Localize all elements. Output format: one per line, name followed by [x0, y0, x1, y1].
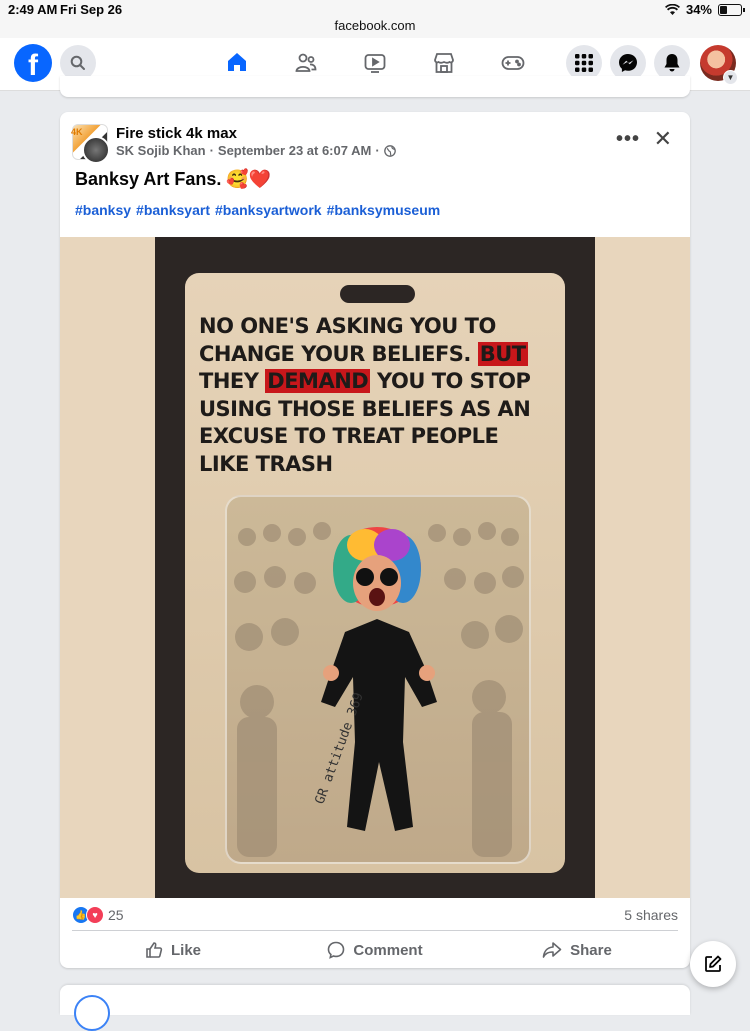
poster-quote: NO ONE'S ASKING YOU TO CHANGE YOUR BELIE… — [199, 313, 559, 478]
home-icon — [228, 52, 246, 71]
share-button[interactable]: Share — [476, 934, 678, 966]
page-avatar-badge: 4K — [71, 127, 83, 137]
status-bar: 2:49 AM Fri Sep 26 facebook.com 34% — [0, 0, 750, 38]
author-name[interactable]: SK Sojib Khan — [116, 143, 206, 158]
menu-grid-icon — [575, 54, 593, 72]
post-card: 4K Fire stick 4k max SK Sojib Khan · Sep… — [60, 112, 690, 968]
comment-label: Comment — [353, 941, 423, 959]
gaming-icon — [501, 56, 525, 70]
globe-icon — [383, 144, 396, 157]
bell-icon — [664, 54, 680, 72]
hashtag-link[interactable]: #banksy — [75, 202, 131, 218]
battery-percent: 34% — [685, 2, 712, 17]
wifi-icon — [664, 3, 680, 15]
quote-line: NO ONE'S ASKING YOU TO — [199, 314, 496, 338]
status-time: 2:49 AM — [8, 2, 58, 17]
post-stats: 👍 ♥ 25 5 shares — [72, 905, 678, 925]
meta-separator: · — [209, 143, 214, 158]
crowd-illustration — [234, 522, 524, 857]
post-image[interactable]: NO ONE'S ASKING YOU TO CHANGE YOUR BELIE… — [60, 237, 690, 898]
comment-icon — [328, 941, 345, 959]
page-name[interactable]: Fire stick 4k max — [116, 125, 237, 142]
hashtag-link[interactable]: #banksymuseum — [327, 202, 441, 218]
status-date: Fri Sep 26 — [60, 2, 123, 17]
comment-button[interactable]: Comment — [274, 934, 476, 966]
quote-text: YOU TO STOP — [370, 369, 531, 393]
share-label: Share — [570, 941, 612, 959]
close-post-button[interactable]: ✕ — [654, 126, 672, 152]
reaction-count: 25 — [108, 907, 124, 923]
post-caption: Banksy Art Fans. 🥰❤️ — [75, 169, 272, 189]
author-avatar[interactable] — [82, 136, 110, 164]
post-date[interactable]: September 23 at 6:07 AM — [218, 143, 371, 158]
share-count[interactable]: 5 shares — [624, 907, 678, 923]
divider — [72, 930, 678, 931]
hashtag-link[interactable]: #banksyartwork — [215, 202, 322, 218]
quote-text: CHANGE YOUR BELIEFS. — [199, 341, 478, 366]
hashtag-link[interactable]: #banksyart — [136, 202, 210, 218]
compose-button[interactable] — [690, 941, 736, 987]
friends-icon — [295, 53, 317, 72]
previous-post-card — [60, 76, 690, 97]
poster-artwork: NO ONE'S ASKING YOU TO CHANGE YOUR BELIE… — [155, 237, 595, 898]
facebook-logo[interactable]: f — [14, 44, 52, 82]
post-meta: SK Sojib Khan · September 23 at 6:07 AM … — [116, 143, 396, 158]
address-bar-url[interactable]: facebook.com — [0, 18, 750, 33]
status-indicators: 34% — [664, 2, 745, 17]
search-icon — [70, 55, 85, 70]
battery-icon — [718, 3, 745, 16]
quote-highlight: DEMAND — [265, 369, 371, 393]
reactions-summary[interactable]: 👍 ♥ 25 — [72, 906, 124, 924]
hanger-hole — [340, 285, 415, 303]
next-post-avatar[interactable] — [74, 995, 110, 1031]
like-label: Like — [170, 941, 201, 959]
video-icon — [364, 54, 386, 73]
battery-level — [720, 5, 728, 14]
figure-blister — [225, 495, 531, 864]
thumbs-up-icon — [146, 942, 163, 958]
quote-line: LIKE TRASH — [199, 451, 333, 476]
love-reaction-icon: ♥ — [86, 906, 104, 924]
next-post-card — [60, 985, 690, 1031]
quote-highlight: BUT — [477, 341, 528, 366]
quote-line: USING THOSE BELIEFS AS AN — [199, 396, 531, 421]
quote-text: THEY — [199, 369, 266, 393]
quote-line: CHANGE YOUR BELIEFS. BUT — [199, 341, 559, 369]
messenger-icon — [619, 54, 637, 72]
like-button[interactable]: Like — [72, 934, 274, 966]
edit-icon — [705, 955, 722, 972]
more-options-button[interactable]: ••• — [616, 128, 640, 151]
quote-line: THEY DEMAND YOU TO STOP — [199, 368, 559, 396]
hashtag-list: #banksy #banksyart #banksyartwork #banks… — [75, 202, 440, 218]
marketplace-icon — [434, 53, 454, 73]
blister-pack: NO ONE'S ASKING YOU TO CHANGE YOUR BELIE… — [185, 273, 565, 873]
chevron-down-icon[interactable]: ▼ — [723, 70, 738, 85]
share-icon — [542, 942, 562, 958]
post-actions: Like Comment Share — [72, 934, 678, 966]
meta-separator: · — [375, 143, 380, 158]
quote-line: EXCUSE TO TREAT PEOPLE — [199, 424, 499, 448]
